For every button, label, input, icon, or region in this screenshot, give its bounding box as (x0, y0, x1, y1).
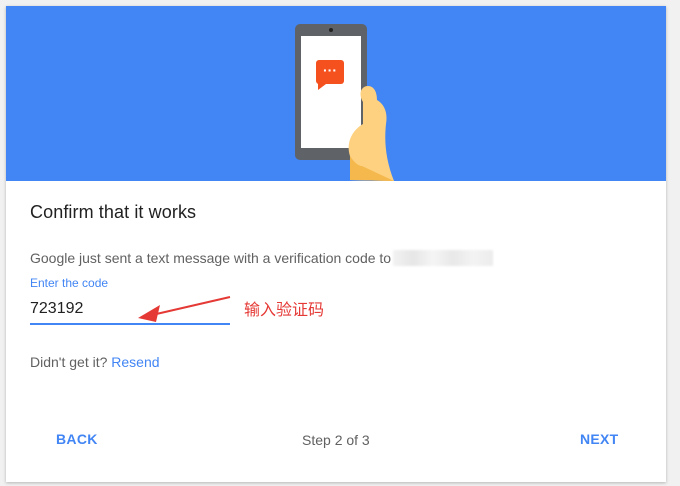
verification-message: Google just sent a text message with a v… (30, 250, 494, 266)
redacted-phone-number (393, 250, 494, 266)
back-button[interactable]: BACK (56, 431, 98, 447)
resend-prompt: Didn't get it? (30, 354, 108, 370)
annotation-text: 输入验证码 (244, 302, 325, 319)
code-field-label: Enter the code (30, 276, 109, 290)
next-button[interactable]: NEXT (580, 431, 619, 447)
resend-link[interactable]: Resend (111, 354, 159, 370)
resend-row: Didn't get it? Resend (30, 354, 160, 370)
page-title: Confirm that it works (30, 202, 197, 222)
verification-card: ··· Confirm that it works Google just se… (6, 6, 666, 482)
step-indicator: Step 2 of 3 (302, 432, 370, 448)
hero-banner: ··· (6, 6, 666, 181)
message-icon: ··· (323, 62, 337, 78)
phone-illustration (295, 24, 394, 181)
verification-message-text: Google just sent a text message with a v… (30, 250, 392, 266)
annotation-arrow-icon (138, 296, 231, 322)
